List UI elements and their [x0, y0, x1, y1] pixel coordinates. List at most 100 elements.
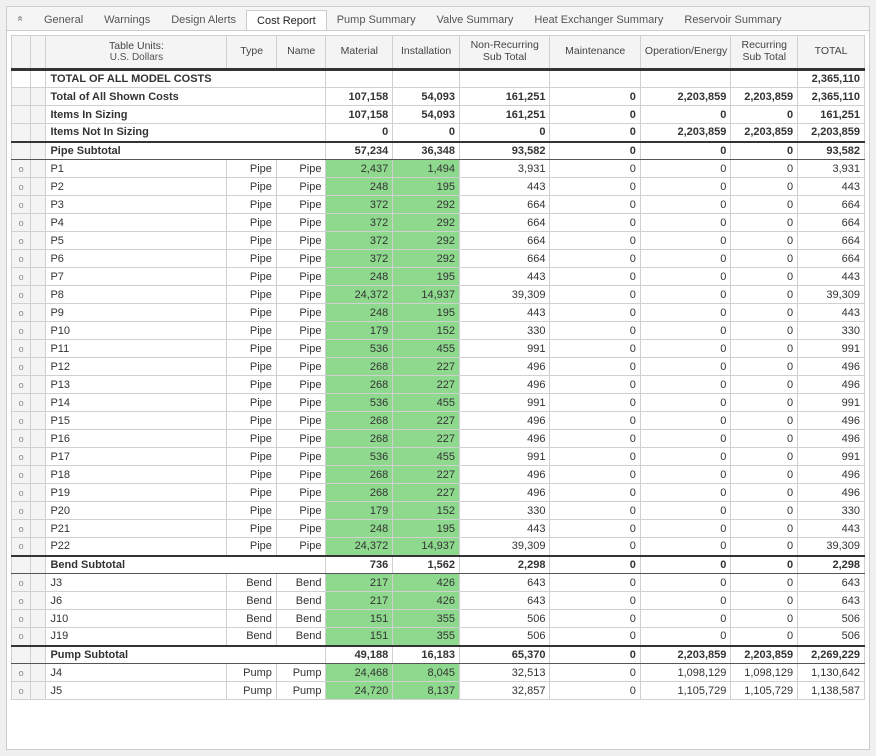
row-handle[interactable]: o	[12, 196, 31, 214]
row-handle[interactable]	[12, 556, 31, 574]
table-row[interactable]: oP15PipePipe268227496000496	[12, 412, 865, 430]
col-installation[interactable]: Installation	[393, 36, 460, 70]
row-handle[interactable]	[12, 106, 31, 124]
table-row[interactable]: oP3PipePipe372292664000664	[12, 196, 865, 214]
tab-warnings[interactable]: Warnings	[93, 9, 161, 29]
row-handle[interactable]: o	[12, 574, 31, 592]
tab-design-alerts[interactable]: Design Alerts	[160, 9, 247, 29]
row-handle[interactable]: o	[12, 160, 31, 178]
col-nonrecurring[interactable]: Non-RecurringSub Total	[459, 36, 549, 70]
row-handle[interactable]: o	[12, 520, 31, 538]
table-row[interactable]: oP9PipePipe248195443000443	[12, 304, 865, 322]
summary-row[interactable]: Total of All Shown Costs107,15854,093161…	[12, 88, 865, 106]
table-row[interactable]: oJ3BendBend217426643000643	[12, 574, 865, 592]
row-handle[interactable]: o	[12, 628, 31, 646]
table-row[interactable]: oP2PipePipe248195443000443	[12, 178, 865, 196]
col-openergy[interactable]: Operation/Energy	[640, 36, 730, 70]
table-row[interactable]: oP4PipePipe372292664000664	[12, 214, 865, 232]
table-row[interactable]: oP12PipePipe268227496000496	[12, 358, 865, 376]
row-handle[interactable]: o	[12, 250, 31, 268]
row-type: Pipe	[227, 160, 277, 178]
cost-report-panel: « GeneralWarningsDesign AlertsCost Repor…	[6, 6, 870, 750]
row-handle[interactable]: o	[12, 538, 31, 556]
table-row[interactable]: oJ5PumpPump24,7208,13732,85701,105,7291,…	[12, 682, 865, 700]
table-row[interactable]: oP18PipePipe268227496000496	[12, 466, 865, 484]
row-handle[interactable]: o	[12, 304, 31, 322]
row-id: P20	[46, 502, 227, 520]
table-row[interactable]: oP6PipePipe372292664000664	[12, 250, 865, 268]
summary-row[interactable]: Items In Sizing107,15854,093161,25100016…	[12, 106, 865, 124]
row-handle[interactable]: o	[12, 358, 31, 376]
tab-cost-report[interactable]: Cost Report	[246, 10, 327, 30]
table-row[interactable]: oP16PipePipe268227496000496	[12, 430, 865, 448]
table-row[interactable]: oJ19BendBend151355506000506	[12, 628, 865, 646]
summary-row[interactable]: TOTAL OF ALL MODEL COSTS2,365,110	[12, 70, 865, 88]
row-name: Pipe	[276, 178, 326, 196]
row-handle[interactable]	[12, 88, 31, 106]
row-handle-header[interactable]	[12, 36, 31, 70]
cost-table-scroll[interactable]: Table Units: U.S. Dollars Type Name Mate…	[7, 31, 869, 749]
table-row[interactable]: oP11PipePipe536455991000991	[12, 340, 865, 358]
row-handle[interactable]: o	[12, 484, 31, 502]
row-handle[interactable]: o	[12, 394, 31, 412]
row-id: J4	[46, 664, 227, 682]
row-handle[interactable]: o	[12, 322, 31, 340]
subtotal-row[interactable]: Pipe Subtotal57,23436,34893,58200093,582	[12, 142, 865, 160]
row-name: Pipe	[276, 340, 326, 358]
table-row[interactable]: oJ4PumpPump24,4688,04532,51301,098,1291,…	[12, 664, 865, 682]
row-handle[interactable]: o	[12, 592, 31, 610]
tab-pump-summary[interactable]: Pump Summary	[326, 9, 427, 29]
table-row[interactable]: oP17PipePipe536455991000991	[12, 448, 865, 466]
row-type: Pipe	[227, 340, 277, 358]
row-handle[interactable]: o	[12, 268, 31, 286]
collapse-toggle[interactable]: «	[11, 13, 29, 24]
table-row[interactable]: oP21PipePipe248195443000443	[12, 520, 865, 538]
table-row[interactable]: oP5PipePipe372292664000664	[12, 232, 865, 250]
table-row[interactable]: oP14PipePipe536455991000991	[12, 394, 865, 412]
subtotal-row[interactable]: Pump Subtotal49,18816,18365,37002,203,85…	[12, 646, 865, 664]
row-handle[interactable]: o	[12, 502, 31, 520]
col-total[interactable]: TOTAL	[798, 36, 865, 70]
row-handle[interactable]: o	[12, 610, 31, 628]
col-recurring[interactable]: RecurringSub Total	[731, 36, 798, 70]
table-row[interactable]: oJ10BendBend151355506000506	[12, 610, 865, 628]
units-header[interactable]: Table Units: U.S. Dollars	[46, 36, 227, 70]
table-row[interactable]: oP8PipePipe24,37214,93739,30900039,309	[12, 286, 865, 304]
row-handle[interactable]: o	[12, 232, 31, 250]
tab-reservoir-summary[interactable]: Reservoir Summary	[673, 9, 792, 29]
row-handle[interactable]	[12, 646, 31, 664]
subtotal-row[interactable]: Bend Subtotal7361,5622,2980002,298	[12, 556, 865, 574]
col-name[interactable]: Name	[276, 36, 326, 70]
row-handle[interactable]	[12, 124, 31, 142]
table-row[interactable]: oP13PipePipe268227496000496	[12, 376, 865, 394]
col-type[interactable]: Type	[227, 36, 277, 70]
summary-row[interactable]: Items Not In Sizing00002,203,8592,203,85…	[12, 124, 865, 142]
table-row[interactable]: oP20PipePipe179152330000330	[12, 502, 865, 520]
row-handle[interactable]: o	[12, 664, 31, 682]
row-handle[interactable]	[12, 70, 31, 88]
row-handle[interactable]: o	[12, 340, 31, 358]
row-handle[interactable]	[12, 142, 31, 160]
row-handle[interactable]: o	[12, 178, 31, 196]
tab-heat-exchanger-summary[interactable]: Heat Exchanger Summary	[523, 9, 674, 29]
row-handle[interactable]: o	[12, 682, 31, 700]
row-handle[interactable]: o	[12, 286, 31, 304]
row-type: Pipe	[227, 520, 277, 538]
table-row[interactable]: oP22PipePipe24,37214,93739,30900039,309	[12, 538, 865, 556]
row-handle[interactable]: o	[12, 376, 31, 394]
table-row[interactable]: oP7PipePipe248195443000443	[12, 268, 865, 286]
tab-general[interactable]: General	[33, 9, 94, 29]
row-handle[interactable]: o	[12, 214, 31, 232]
row-handle[interactable]: o	[12, 448, 31, 466]
table-row[interactable]: oJ6BendBend217426643000643	[12, 592, 865, 610]
col-maintenance[interactable]: Maintenance	[550, 36, 640, 70]
col-material[interactable]: Material	[326, 36, 393, 70]
row-handle[interactable]: o	[12, 412, 31, 430]
tab-valve-summary[interactable]: Valve Summary	[426, 9, 525, 29]
table-row[interactable]: oP19PipePipe268227496000496	[12, 484, 865, 502]
table-row[interactable]: oP1PipePipe2,4371,4943,9310003,931	[12, 160, 865, 178]
row-type: Pipe	[227, 214, 277, 232]
table-row[interactable]: oP10PipePipe179152330000330	[12, 322, 865, 340]
row-handle[interactable]: o	[12, 466, 31, 484]
row-handle[interactable]: o	[12, 430, 31, 448]
